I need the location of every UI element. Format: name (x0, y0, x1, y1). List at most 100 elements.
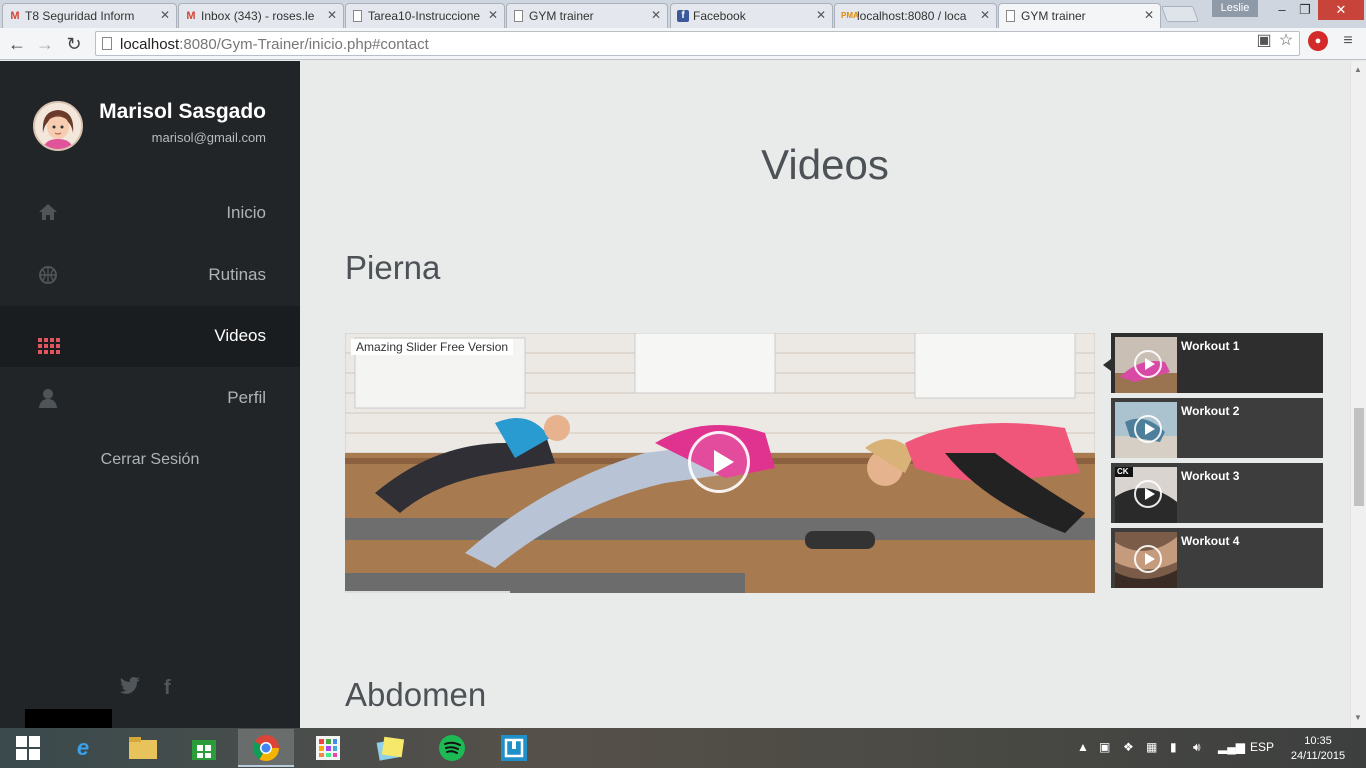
thumbnail-tag: CK (1117, 467, 1129, 476)
battery-icon[interactable]: ▮ (1170, 740, 1177, 754)
grid-icon (38, 326, 60, 354)
forward-icon[interactable]: → (34, 33, 56, 55)
apps-icon[interactable] (300, 729, 356, 767)
logo-badge (25, 709, 112, 728)
gmail-icon: M (10, 10, 20, 22)
windows-tray-icon[interactable]: ▦ (1146, 740, 1157, 754)
clock[interactable]: 10:35 24/11/2015 (1280, 734, 1356, 764)
minimize-icon[interactable]: – (1270, 0, 1294, 20)
logout-link[interactable]: Cerrar Sesión (0, 451, 300, 469)
home-icon (38, 203, 58, 223)
browser-tab[interactable]: GYM trainer ✕ (506, 3, 668, 28)
sidebar-item-label: Rutinas (208, 265, 266, 284)
tab-title: GYM trainer (529, 9, 594, 23)
app-icon[interactable] (486, 729, 542, 767)
internet-explorer-icon[interactable]: e (55, 729, 111, 767)
sidebar-item-rutinas[interactable]: Rutinas (0, 245, 300, 306)
video-thumbnail (1115, 402, 1177, 458)
browser-tab[interactable]: M Inbox (343) - roses.le ✕ (178, 3, 344, 28)
reload-icon[interactable]: ↻ (63, 33, 85, 55)
clock-date: 24/11/2015 (1290, 750, 1346, 762)
playlist-item[interactable]: Workout 1 (1103, 333, 1323, 393)
close-tab-icon[interactable]: ✕ (327, 8, 337, 22)
video-thumbnail (1115, 337, 1177, 393)
windows-start-icon[interactable] (0, 729, 56, 767)
browser-tab[interactable]: Tarea10-Instruccione ✕ (345, 3, 505, 28)
play-icon (1134, 415, 1162, 443)
address-bar[interactable]: localhost:8080/Gym-Trainer/inicio.php#co… (95, 31, 1300, 56)
bookmark-star-icon[interactable]: ☆ (1276, 31, 1296, 51)
language-indicator[interactable]: ESP (1250, 740, 1274, 754)
close-tab-icon[interactable]: ✕ (651, 8, 661, 22)
video-player[interactable]: Amazing Slider Free Version (345, 333, 1095, 593)
chrome-icon[interactable] (238, 729, 294, 767)
sidebar-item-videos[interactable]: Videos (0, 306, 300, 367)
browser-tab[interactable]: PMA localhost:8080 / loca ✕ (834, 3, 997, 28)
facebook-icon[interactable]: f (164, 677, 171, 700)
url-text[interactable]: localhost:8080/Gym-Trainer/inicio.php#co… (120, 36, 429, 53)
close-tab-icon[interactable]: ✕ (160, 8, 170, 22)
playlist-item-label: Workout 1 (1181, 339, 1240, 353)
facebook-icon: f (677, 10, 689, 22)
playlist-item[interactable]: CK Workout 3 (1111, 463, 1323, 523)
scroll-down-icon[interactable]: ▼ (1354, 713, 1362, 722)
tab-title: Inbox (343) - roses.le (201, 9, 315, 23)
close-tab-icon[interactable]: ✕ (980, 8, 990, 22)
dropbox-icon[interactable]: ❖ (1123, 740, 1134, 754)
back-icon[interactable]: ← (6, 33, 28, 55)
section-title-pierna: Pierna (345, 249, 441, 286)
active-pointer-icon (1103, 359, 1111, 371)
playlist-item[interactable]: Workout 4 (1111, 528, 1323, 588)
browser-tab[interactable]: f Facebook ✕ (670, 3, 833, 28)
store-icon[interactable] (176, 729, 232, 767)
sticky-notes-icon[interactable] (362, 729, 418, 767)
profile-email: marisol@gmail.com (151, 130, 266, 145)
browser-tab[interactable]: M T8 Seguridad Inform ✕ (2, 3, 177, 28)
playlist-item-label: Workout 3 (1181, 469, 1240, 483)
scroll-up-icon[interactable]: ▲ (1354, 65, 1362, 74)
adblock-icon[interactable]: ● (1308, 31, 1328, 51)
show-hidden-icons-icon[interactable]: ▲ (1077, 740, 1089, 754)
phpmyadmin-icon: PMA (841, 11, 859, 20)
volume-icon[interactable]: 🔊︎ (1193, 740, 1201, 755)
tab-title: localhost:8080 / loca (857, 9, 967, 23)
scrollbar-thumb[interactable] (1354, 408, 1364, 506)
video-thumbnail (1115, 532, 1177, 588)
user-icon (38, 388, 58, 408)
spotify-icon[interactable] (424, 729, 480, 767)
file-explorer-icon[interactable] (115, 729, 171, 767)
play-icon (1134, 480, 1162, 508)
playlist-item[interactable]: Workout 2 (1111, 398, 1323, 458)
close-tab-icon[interactable]: ✕ (1144, 8, 1154, 22)
profile-name: Marisol Sasgado (99, 100, 266, 123)
network-icon[interactable]: ▣ (1099, 740, 1110, 754)
close-tab-icon[interactable]: ✕ (488, 8, 498, 22)
play-button-icon[interactable] (688, 431, 750, 493)
browser-tab-active[interactable]: GYM trainer ✕ (998, 3, 1161, 28)
browser-tab-strip: M T8 Seguridad Inform ✕ M Inbox (343) - … (0, 0, 1366, 28)
tab-title: T8 Seguridad Inform (25, 9, 135, 23)
profile-badge[interactable]: Leslie (1212, 0, 1258, 17)
basketball-icon (38, 265, 58, 285)
new-tab-button[interactable] (1161, 6, 1199, 22)
slider-badge: Amazing Slider Free Version (351, 339, 514, 355)
playlist-item-label: Workout 4 (1181, 534, 1240, 548)
sidebar-item-perfil[interactable]: Perfil (0, 368, 300, 429)
twitter-icon[interactable] (120, 677, 140, 700)
clock-time: 10:35 (1304, 735, 1332, 747)
sidebar-item-inicio[interactable]: Inicio (0, 183, 300, 244)
document-icon (353, 10, 362, 22)
page-scrollbar[interactable]: ▲ ▼ (1350, 61, 1366, 728)
main-content: Videos Pierna Amazing Slider Free Versio… (300, 61, 1350, 728)
close-tab-icon[interactable]: ✕ (816, 8, 826, 22)
close-window-icon[interactable]: ✕ (1318, 0, 1364, 20)
menu-icon[interactable]: ≡ (1338, 31, 1358, 51)
tab-title: GYM trainer (1021, 9, 1086, 23)
document-icon (1006, 10, 1015, 22)
signal-icon[interactable]: ▂▄▆ (1218, 740, 1245, 754)
playlist-item-label: Workout 2 (1181, 404, 1240, 418)
page-title: Videos (761, 141, 889, 188)
page-icon (102, 37, 112, 50)
restore-icon[interactable]: ❐ (1294, 0, 1316, 20)
extension-icon[interactable]: ▣ (1254, 31, 1274, 51)
